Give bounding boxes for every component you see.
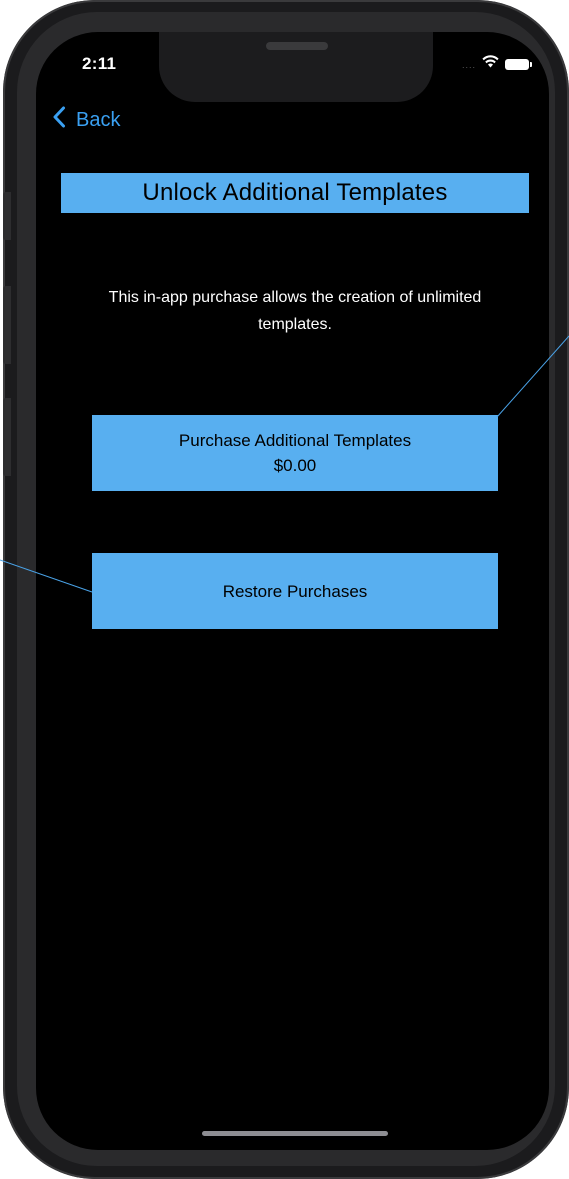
wifi-icon bbox=[482, 55, 499, 73]
home-indicator[interactable] bbox=[202, 1131, 388, 1136]
status-icons: .... bbox=[461, 55, 532, 73]
chevron-left-icon bbox=[52, 106, 66, 134]
volume-down-button bbox=[3, 398, 11, 476]
notch bbox=[159, 32, 433, 102]
purchase-description: This in-app purchase allows the creation… bbox=[108, 289, 482, 333]
mute-switch bbox=[3, 192, 11, 240]
back-button[interactable]: Back bbox=[52, 106, 120, 134]
status-time: 2:11 bbox=[82, 54, 117, 73]
earpiece-speaker bbox=[266, 42, 328, 50]
volume-up-button bbox=[3, 286, 11, 364]
purchase-button-price: $0.00 bbox=[273, 456, 317, 475]
purchase-templates-button[interactable]: Purchase Additional Templates $0.00 bbox=[92, 415, 498, 491]
restore-button-label: Restore Purchases bbox=[222, 581, 368, 601]
page-title: Unlock Additional Templates bbox=[61, 173, 529, 213]
restore-purchases-button[interactable]: Restore Purchases bbox=[92, 553, 498, 629]
signal-dots: .... bbox=[461, 60, 476, 70]
app-screen: 2:11 .... Back Unlock Additional Templat… bbox=[36, 32, 549, 1150]
battery-icon bbox=[505, 58, 532, 70]
back-label: Back bbox=[76, 108, 121, 131]
purchase-button-label: Purchase Additional Templates bbox=[178, 431, 412, 450]
